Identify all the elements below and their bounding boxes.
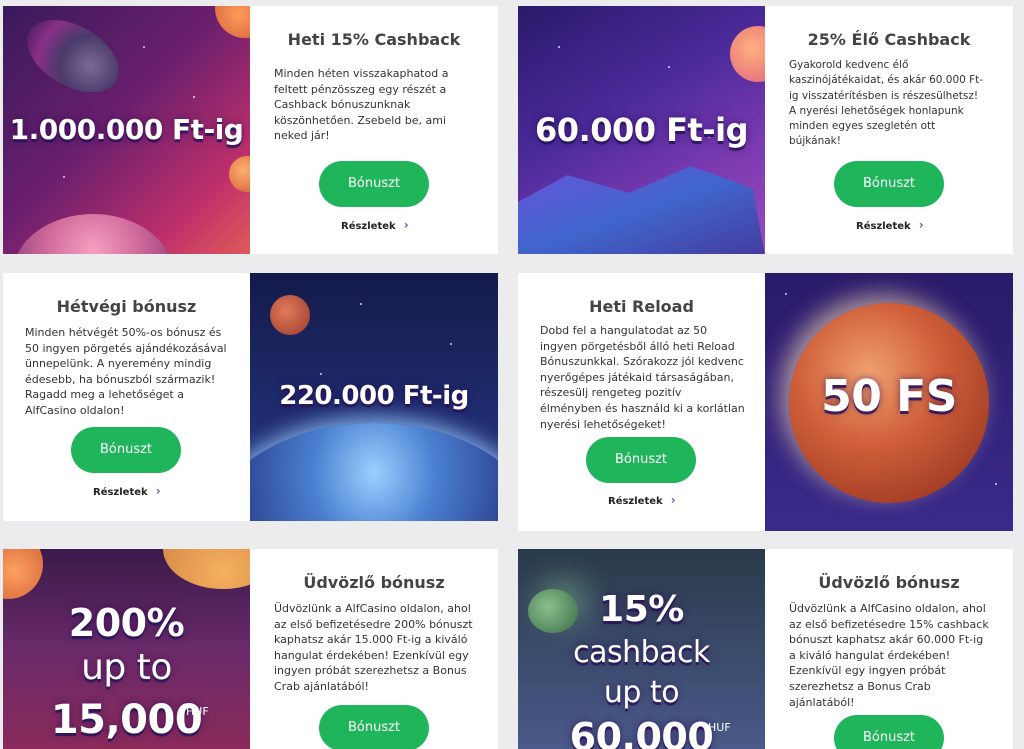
chevron-right-icon: › xyxy=(918,218,924,232)
bonus-button[interactable]: Bónuszt xyxy=(71,427,181,473)
bonus-button[interactable]: Bónuszt xyxy=(319,161,429,207)
card-image-line3: 15,000 xyxy=(50,697,203,743)
card-image-line1: 200% xyxy=(68,601,185,645)
card-body: 25% Élő Cashback Gyakorold kedvenc élő k… xyxy=(765,6,1013,254)
comet-image xyxy=(14,6,132,107)
star xyxy=(63,176,65,178)
star xyxy=(320,373,322,375)
bonus-button[interactable]: Bónuszt xyxy=(319,705,429,749)
bonus-card-live-cashback: 60.000 Ft-ig 25% Élő Cashback Gyakorold … xyxy=(518,6,1013,254)
card-title: 25% Élő Cashback xyxy=(807,30,971,49)
bonus-card-welcome-cashback: 15% cashback up to 60,000 HUF Üdvözlő bó… xyxy=(518,549,1013,749)
star xyxy=(558,46,560,48)
details-link[interactable]: Részletek › xyxy=(93,484,161,498)
planet-image xyxy=(163,549,250,589)
star xyxy=(360,303,362,305)
bonus-button[interactable]: Bónuszt xyxy=(586,437,696,483)
details-link-label: Részletek xyxy=(341,221,396,232)
card-image: 1.000.000 Ft-ig xyxy=(3,6,250,254)
card-title: Üdvözlő bónusz xyxy=(303,573,445,592)
card-title: Hétvégi bónusz xyxy=(56,297,197,316)
card-image-line2: cashback xyxy=(573,635,710,670)
card-title: Heti Reload xyxy=(589,297,694,316)
bonus-card-welcome-200: 200% up to 15,000 HUF Üdvözlő bónusz Üdv… xyxy=(3,549,498,749)
card-title: Heti 15% Cashback xyxy=(287,30,461,49)
card-image-line2: up to xyxy=(81,647,172,688)
bonus-card-weekend: Hétvégi bónusz Minden hétvégét 50%-os bó… xyxy=(3,273,498,521)
card-image-amount: 60.000 Ft-ig xyxy=(535,111,748,149)
details-link-label: Részletek xyxy=(93,487,148,498)
card-description: Gyakorold kedvenc élő kaszinójátékaidat,… xyxy=(789,59,984,148)
details-link[interactable]: Részletek › xyxy=(608,493,676,507)
card-image-line1: 15% xyxy=(599,589,684,630)
card-description: Üdvözlünk a AlfCasino oldalon, ahol az e… xyxy=(274,602,473,693)
chevron-right-icon: › xyxy=(670,493,676,507)
star xyxy=(668,66,670,68)
card-title: Üdvözlő bónusz xyxy=(818,573,960,592)
chevron-right-icon: › xyxy=(403,218,409,232)
card-body: Hétvégi bónusz Minden hétvégét 50%-os bó… xyxy=(3,273,250,521)
crystal-image xyxy=(518,166,765,254)
planet-image xyxy=(730,26,765,82)
star xyxy=(995,483,997,485)
card-image: 15% cashback up to 60,000 HUF xyxy=(518,549,765,749)
card-body: Heti Reload Dobd fel a hangulatodat az 5… xyxy=(518,273,765,531)
card-image: 220.000 Ft-ig xyxy=(250,273,498,521)
planet-image xyxy=(13,214,173,254)
details-link[interactable]: Részletek › xyxy=(856,218,924,232)
card-description: Dobd fel a hangulatodat az 50 ingyen pör… xyxy=(540,324,745,431)
card-image-amount: 220.000 Ft-ig xyxy=(279,381,469,411)
card-description: Üdvözlünk a AlfCasino oldalon, ahol az e… xyxy=(789,602,989,709)
planet-image xyxy=(229,156,250,192)
card-image-amount: 50 FS xyxy=(821,371,957,422)
planet-image xyxy=(270,295,310,335)
card-image-currency: HUF xyxy=(186,705,209,718)
card-body: Üdvözlő bónusz Üdvözlünk a AlfCasino old… xyxy=(765,549,1013,749)
planet-image xyxy=(215,6,250,38)
bonus-card-weekly-cashback: 1.000.000 Ft-ig Heti 15% Cashback Minden… xyxy=(3,6,498,254)
star xyxy=(143,46,145,48)
card-image-currency: HUF xyxy=(708,721,731,734)
bonus-button[interactable]: Bónuszt xyxy=(834,161,944,207)
details-link-label: Részletek xyxy=(856,221,911,232)
card-body: Üdvözlő bónusz Üdvözlünk a AlfCasino old… xyxy=(250,549,498,749)
bonus-button[interactable]: Bónuszt xyxy=(834,715,944,749)
card-body: Heti 15% Cashback Minden héten visszakap… xyxy=(250,6,498,254)
star xyxy=(450,343,452,345)
details-link-label: Részletek xyxy=(608,496,663,507)
details-link[interactable]: Részletek › xyxy=(341,218,409,232)
earth-image xyxy=(250,423,498,521)
card-image: 200% up to 15,000 HUF xyxy=(3,549,250,749)
planet-image xyxy=(3,549,43,599)
card-image: 50 FS xyxy=(765,273,1013,531)
card-description: Minden héten visszakaphatod a feltett pé… xyxy=(274,67,449,143)
card-image-line3: up to xyxy=(603,675,680,710)
star xyxy=(193,96,195,98)
card-image: 60.000 Ft-ig xyxy=(518,6,765,254)
chevron-right-icon: › xyxy=(155,484,161,498)
card-image-amount: 1.000.000 Ft-ig xyxy=(9,113,244,146)
card-description: Minden hétvégét 50%-os bónusz és 50 ingy… xyxy=(25,326,227,417)
bonus-card-weekly-reload: Heti Reload Dobd fel a hangulatodat az 5… xyxy=(518,273,1013,531)
star xyxy=(785,293,787,295)
